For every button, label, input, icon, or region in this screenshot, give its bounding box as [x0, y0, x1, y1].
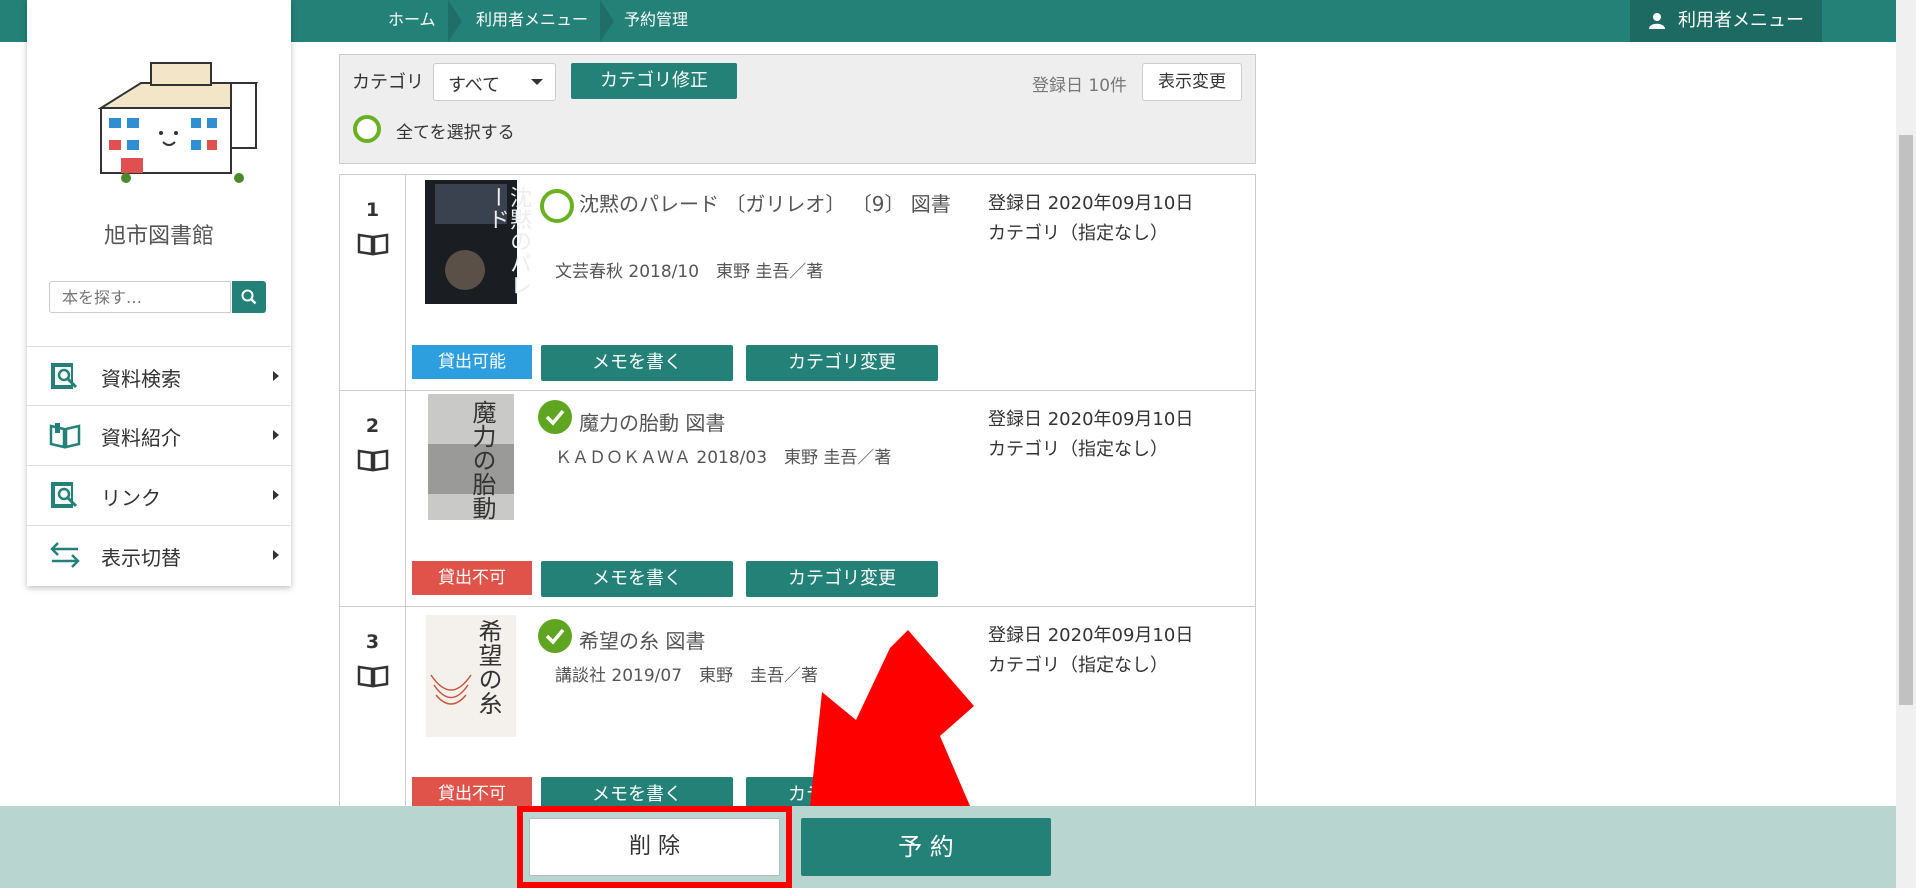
book-icon: [357, 665, 389, 688]
user-icon: [1649, 13, 1665, 29]
switch-arrows-icon: [50, 542, 80, 568]
change-category-button[interactable]: カテゴリ変更: [746, 561, 938, 597]
book-meta: ＫＡＤＯＫＡＷＡ 2018/03 東野 圭吾／著: [555, 448, 892, 468]
sidebar: 旭市図書館 資料検索 資料紹介 リンク: [27, 0, 291, 586]
category-select-value: すべて: [448, 75, 501, 96]
row-number-column: 1: [340, 175, 406, 391]
filter-panel: カテゴリ すべて カテゴリ修正 登録日 10件 表示変更 全てを選択する: [339, 54, 1256, 164]
caret-down-icon: [531, 79, 543, 85]
book-title[interactable]: 沈黙のパレード 〔ガリレオ〕 〔9〕 図書: [579, 191, 979, 217]
row-number: 1: [365, 199, 380, 221]
book-cover-title: 希望の糸: [474, 619, 502, 715]
sidebar-item-introduction[interactable]: 資料紹介: [27, 405, 291, 465]
book-cover-title: 沈黙のパレード: [484, 186, 531, 296]
check-icon: [545, 628, 565, 645]
search-input[interactable]: [60, 282, 224, 312]
breadcrumb-current: 予約管理: [624, 10, 689, 29]
open-book-icon: [49, 423, 81, 449]
status-badge: 貸出不可: [412, 561, 532, 595]
row-number-column: 2: [340, 391, 406, 607]
scrollbar-thumb[interactable]: [1899, 135, 1913, 705]
book-title[interactable]: 希望の糸 図書: [579, 625, 705, 654]
select-all-checkbox[interactable]: [353, 115, 381, 143]
book-meta: 文芸春秋 2018/10 東野 圭吾／著: [555, 262, 824, 282]
row-number: 3: [365, 631, 380, 653]
row-number: 2: [365, 415, 380, 437]
breadcrumb-user-menu[interactable]: 利用者メニュー: [476, 0, 588, 42]
chevron-right-icon: [273, 430, 279, 440]
registered-date: 登録日 2020年09月10日: [988, 193, 1194, 214]
book-category: カテゴリ（指定なし）: [988, 223, 1168, 244]
user-menu-label: 利用者メニュー: [1678, 10, 1804, 31]
item-select-checkbox[interactable]: [538, 400, 572, 434]
delete-button[interactable]: 削 除: [529, 818, 780, 876]
sort-info: 登録日 10件: [1032, 76, 1128, 96]
list-item: 1 沈黙のパレード 沈黙のパレード 〔ガリレオ〕 〔9〕 図書 文芸春秋 201…: [339, 174, 1256, 392]
book-icon: [357, 233, 389, 256]
registered-date: 登録日 2020年09月10日: [988, 409, 1194, 430]
sidebar-item-links[interactable]: リンク: [27, 465, 291, 525]
chevron-right-icon: [273, 490, 279, 500]
write-memo-button[interactable]: メモを書く: [541, 345, 733, 381]
book-cover[interactable]: 魔力の胎動: [428, 394, 514, 520]
item-select-checkbox[interactable]: [540, 189, 574, 223]
list-item: 2 魔力の胎動 魔力の胎動 図書 ＫＡＤＯＫＡＷＡ 2018/03 東野 圭吾／…: [339, 390, 1256, 608]
check-icon: [545, 409, 565, 426]
sidebar-item-display-toggle[interactable]: 表示切替: [27, 525, 291, 585]
category-edit-button[interactable]: カテゴリ修正: [571, 63, 737, 99]
sidebar-item-label: 表示切替: [101, 546, 181, 570]
status-badge: 貸出可能: [412, 345, 532, 379]
book-icon: [357, 449, 389, 472]
annotation-arrow-icon: [810, 630, 974, 806]
category-select[interactable]: すべて: [433, 63, 556, 101]
book-cover-title: 魔力の胎動: [468, 400, 496, 520]
search-icon: [241, 289, 257, 305]
change-category-button[interactable]: カテゴリ変更: [746, 345, 938, 381]
sidebar-item-label: 資料紹介: [101, 426, 181, 450]
sidebar-item-label: リンク: [101, 486, 161, 510]
library-building-logo: [97, 62, 259, 183]
search-field[interactable]: [49, 281, 231, 313]
category-label: カテゴリ: [352, 72, 424, 93]
book-cover[interactable]: 沈黙のパレード: [425, 180, 531, 304]
breadcrumb-home[interactable]: ホーム: [388, 0, 436, 42]
library-name: 旭市図書館: [103, 224, 214, 249]
reserve-button[interactable]: 予 約: [801, 818, 1051, 876]
item-select-checkbox[interactable]: [538, 619, 572, 653]
book-title[interactable]: 魔力の胎動 図書: [579, 407, 725, 436]
display-change-button[interactable]: 表示変更: [1142, 63, 1242, 101]
book-cover[interactable]: 希望の糸: [426, 615, 516, 737]
chevron-right-icon: [273, 371, 279, 381]
book-category: カテゴリ（指定なし）: [988, 439, 1168, 460]
search-book-icon: [51, 363, 78, 389]
chevron-right-icon: [273, 550, 279, 560]
sidebar-item-search[interactable]: 資料検索: [27, 346, 291, 406]
write-memo-button[interactable]: メモを書く: [541, 561, 733, 597]
search-button[interactable]: [232, 281, 266, 313]
search-book-icon: [51, 482, 78, 508]
breadcrumb-separator: [448, 0, 462, 42]
book-meta: 講談社 2019/07 東野 圭吾／著: [555, 666, 819, 686]
row-number-column: 3: [340, 607, 406, 823]
user-menu-button[interactable]: 利用者メニュー: [1630, 0, 1822, 42]
select-all-label: 全てを選択する: [396, 123, 515, 143]
breadcrumb-separator: [600, 0, 614, 42]
sidebar-item-label: 資料検索: [101, 367, 181, 391]
